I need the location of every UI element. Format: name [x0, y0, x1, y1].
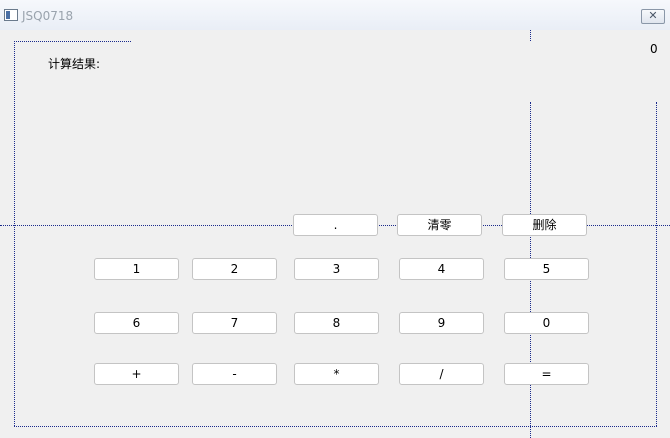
digit-7-button[interactable]: 7	[192, 312, 277, 334]
dot-button[interactable]: .	[293, 214, 378, 236]
window-title: JSQ0718	[22, 9, 74, 23]
clear-button[interactable]: 清零	[397, 214, 482, 236]
layout-guide	[656, 102, 657, 426]
divide-button[interactable]: /	[399, 363, 484, 385]
digit-9-button[interactable]: 9	[399, 312, 484, 334]
layout-guide	[14, 41, 15, 426]
layout-guide	[530, 30, 531, 41]
layout-guide	[14, 426, 657, 427]
digit-2-button[interactable]: 2	[192, 258, 277, 280]
digit-0-button[interactable]: 0	[504, 312, 589, 334]
result-value: 0	[650, 42, 658, 56]
title-bar: JSQ0718 ✕	[0, 0, 670, 30]
digit-3-button[interactable]: 3	[294, 258, 379, 280]
minus-button[interactable]: -	[192, 363, 277, 385]
plus-button[interactable]: +	[94, 363, 179, 385]
digit-1-button[interactable]: 1	[94, 258, 179, 280]
digit-8-button[interactable]: 8	[294, 312, 379, 334]
delete-button[interactable]: 删除	[502, 214, 587, 236]
equals-button[interactable]: =	[504, 363, 589, 385]
digit-4-button[interactable]: 4	[399, 258, 484, 280]
layout-guide	[14, 41, 131, 42]
digit-5-button[interactable]: 5	[504, 258, 589, 280]
close-button[interactable]: ✕	[641, 9, 665, 24]
app-icon	[4, 9, 18, 21]
digit-6-button[interactable]: 6	[94, 312, 179, 334]
result-label: 计算结果:	[48, 57, 101, 71]
multiply-button[interactable]: *	[294, 363, 379, 385]
